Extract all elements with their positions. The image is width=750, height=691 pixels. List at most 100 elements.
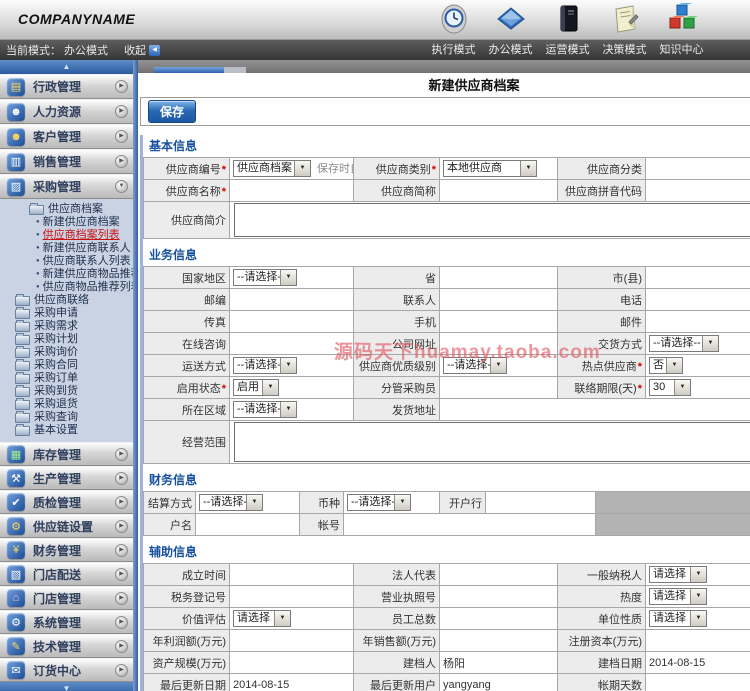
field-input[interactable] [646, 267, 750, 289]
field-input[interactable]: --请选择--▼ [230, 267, 354, 289]
sidebar-item-store[interactable]: ⌂门店管理▶ [0, 586, 133, 610]
submenu-folder[interactable]: 采购需求 [0, 320, 133, 333]
dropdown[interactable]: --请选择--▼ [199, 494, 263, 511]
field-input[interactable] [440, 399, 750, 421]
submenu-link[interactable]: ●新建供应商档案 [0, 216, 133, 229]
field-input[interactable] [646, 311, 750, 333]
field-input[interactable] [230, 586, 354, 608]
submenu-link[interactable]: ●新建供应商联系人 [0, 242, 133, 255]
field-input[interactable]: --请选择--▼ [196, 492, 300, 514]
field-input[interactable]: --请选择--▼ [230, 399, 354, 421]
submenu-link[interactable]: ●供应商档案列表 [0, 229, 133, 242]
field-input[interactable] [440, 180, 558, 202]
sidebar-item-distribution[interactable]: ▧门店配送▶ [0, 562, 133, 586]
inactive-tab-indicator[interactable] [224, 67, 246, 73]
textarea-input[interactable] [234, 203, 750, 237]
submenu-folder[interactable]: 采购计划 [0, 333, 133, 346]
dropdown[interactable]: 请选择▼ [649, 566, 707, 583]
field-input[interactable] [230, 333, 354, 355]
submenu-folder[interactable]: 采购询价 [0, 346, 133, 359]
mode-button-exec[interactable] [425, 3, 482, 39]
dropdown[interactable]: 请选择▼ [649, 610, 707, 627]
field-input[interactable] [646, 158, 750, 180]
sidebar-scroll-up[interactable]: ▲ [0, 60, 133, 74]
dropdown[interactable]: 启用▼ [233, 379, 279, 396]
field-input[interactable] [486, 492, 596, 514]
submenu-link[interactable]: ●供应商联系人列表 [0, 255, 133, 268]
sidebar-item-ordering[interactable]: ✉订货中心▶ [0, 658, 133, 682]
field-input[interactable] [440, 311, 558, 333]
dropdown[interactable]: --请选择--▼ [233, 357, 297, 374]
submenu-link[interactable]: ●供应商物品推荐列表 [0, 281, 133, 294]
submenu-folder[interactable]: 采购申请 [0, 307, 133, 320]
field-input[interactable] [440, 289, 558, 311]
field-input[interactable] [440, 564, 558, 586]
field-input[interactable]: --请选择--▼ [646, 333, 750, 355]
field-input[interactable]: 30▼ [646, 377, 750, 399]
field-input[interactable] [196, 514, 300, 536]
dropdown[interactable]: 请选择▼ [649, 588, 707, 605]
field-input[interactable]: 请选择▼ [646, 608, 750, 630]
submenu-folder[interactable]: 采购到货 [0, 385, 133, 398]
sidebar-item-supplychain[interactable]: ⚙供应链设置▶ [0, 514, 133, 538]
dropdown[interactable]: --请选择--▼ [233, 401, 297, 418]
submenu-folder[interactable]: 采购退货 [0, 398, 133, 411]
submenu-folder[interactable]: 基本设置 [0, 424, 133, 437]
field-input[interactable] [230, 180, 354, 202]
field-input[interactable]: --请选择--▼ [230, 355, 354, 377]
mode-tab-decision[interactable]: 决策模式 [596, 40, 653, 60]
field-input[interactable] [230, 311, 354, 333]
field-input[interactable] [440, 377, 558, 399]
field-input[interactable] [230, 564, 354, 586]
field-input[interactable]: 请选择▼ [646, 586, 750, 608]
field-input[interactable] [440, 630, 558, 652]
field-input[interactable] [646, 674, 750, 691]
dropdown[interactable]: 供应商档案▼ [233, 160, 311, 177]
mode-button-knowledge[interactable] [653, 3, 710, 39]
active-tab-indicator[interactable] [154, 67, 224, 73]
sidebar-item-customer[interactable]: ☻客户管理▶ [0, 124, 133, 149]
textarea-input[interactable] [234, 422, 750, 462]
mode-tab-knowledge[interactable]: 知识中心 [653, 40, 710, 60]
mode-tab-exec[interactable]: 执行模式 [425, 40, 482, 60]
dropdown[interactable]: 否▼ [649, 357, 683, 374]
sidebar-item-admin[interactable]: ▤行政管理▶ [0, 74, 133, 99]
field-input[interactable] [344, 514, 596, 536]
submenu-folder[interactable]: 采购订单 [0, 372, 133, 385]
sidebar-item-quality[interactable]: ✔质检管理▶ [0, 490, 133, 514]
field-input[interactable] [230, 652, 354, 674]
mode-tab-operation[interactable]: 运营模式 [539, 40, 596, 60]
submenu-folder[interactable]: 采购查询 [0, 411, 133, 424]
field-input[interactable] [440, 267, 558, 289]
mode-button-office[interactable] [482, 3, 539, 39]
sidebar-item-tech[interactable]: ✎技术管理▶ [0, 634, 133, 658]
sidebar-scroll-down[interactable]: ▼ [0, 682, 133, 691]
field-input[interactable] [440, 333, 558, 355]
sidebar-item-system[interactable]: ⚙系统管理▶ [0, 610, 133, 634]
mode-tab-office[interactable]: 办公模式 [482, 40, 539, 60]
dropdown[interactable]: 本地供应商▼ [443, 160, 537, 177]
submenu-folder[interactable]: 供应商联络 [0, 294, 133, 307]
dropdown[interactable]: --请选择--▼ [233, 269, 297, 286]
submenu-folder[interactable]: 采购合同 [0, 359, 133, 372]
sidebar-item-hr[interactable]: ☻人力资源▶ [0, 99, 133, 124]
field-input[interactable] [646, 289, 750, 311]
field-input[interactable]: --请选择--▼ [344, 492, 440, 514]
dropdown[interactable]: --请选择--▼ [649, 335, 719, 352]
field-input[interactable]: 请选择▼ [646, 564, 750, 586]
dropdown[interactable]: 30▼ [649, 379, 691, 396]
save-button[interactable]: 保存 [148, 100, 196, 123]
dropdown[interactable]: 请选择▼ [233, 610, 291, 627]
sidebar-item-inventory[interactable]: ▦库存管理▶ [0, 442, 133, 466]
field-input[interactable]: 请选择▼ [230, 608, 354, 630]
field-input[interactable] [646, 180, 750, 202]
sidebar-item-purchase[interactable]: ▨采购管理▼ [0, 174, 133, 199]
field-input[interactable] [646, 630, 750, 652]
field-input[interactable]: 供应商档案▼保存时自动生成 [230, 158, 354, 180]
sidebar-item-finance[interactable]: ¥财务管理▶ [0, 538, 133, 562]
field-input[interactable]: --请选择--▼ [440, 355, 558, 377]
field-input[interactable] [230, 630, 354, 652]
field-input[interactable] [440, 586, 558, 608]
submenu-link[interactable]: ●新建供应商物品推荐 [0, 268, 133, 281]
field-input[interactable] [230, 289, 354, 311]
